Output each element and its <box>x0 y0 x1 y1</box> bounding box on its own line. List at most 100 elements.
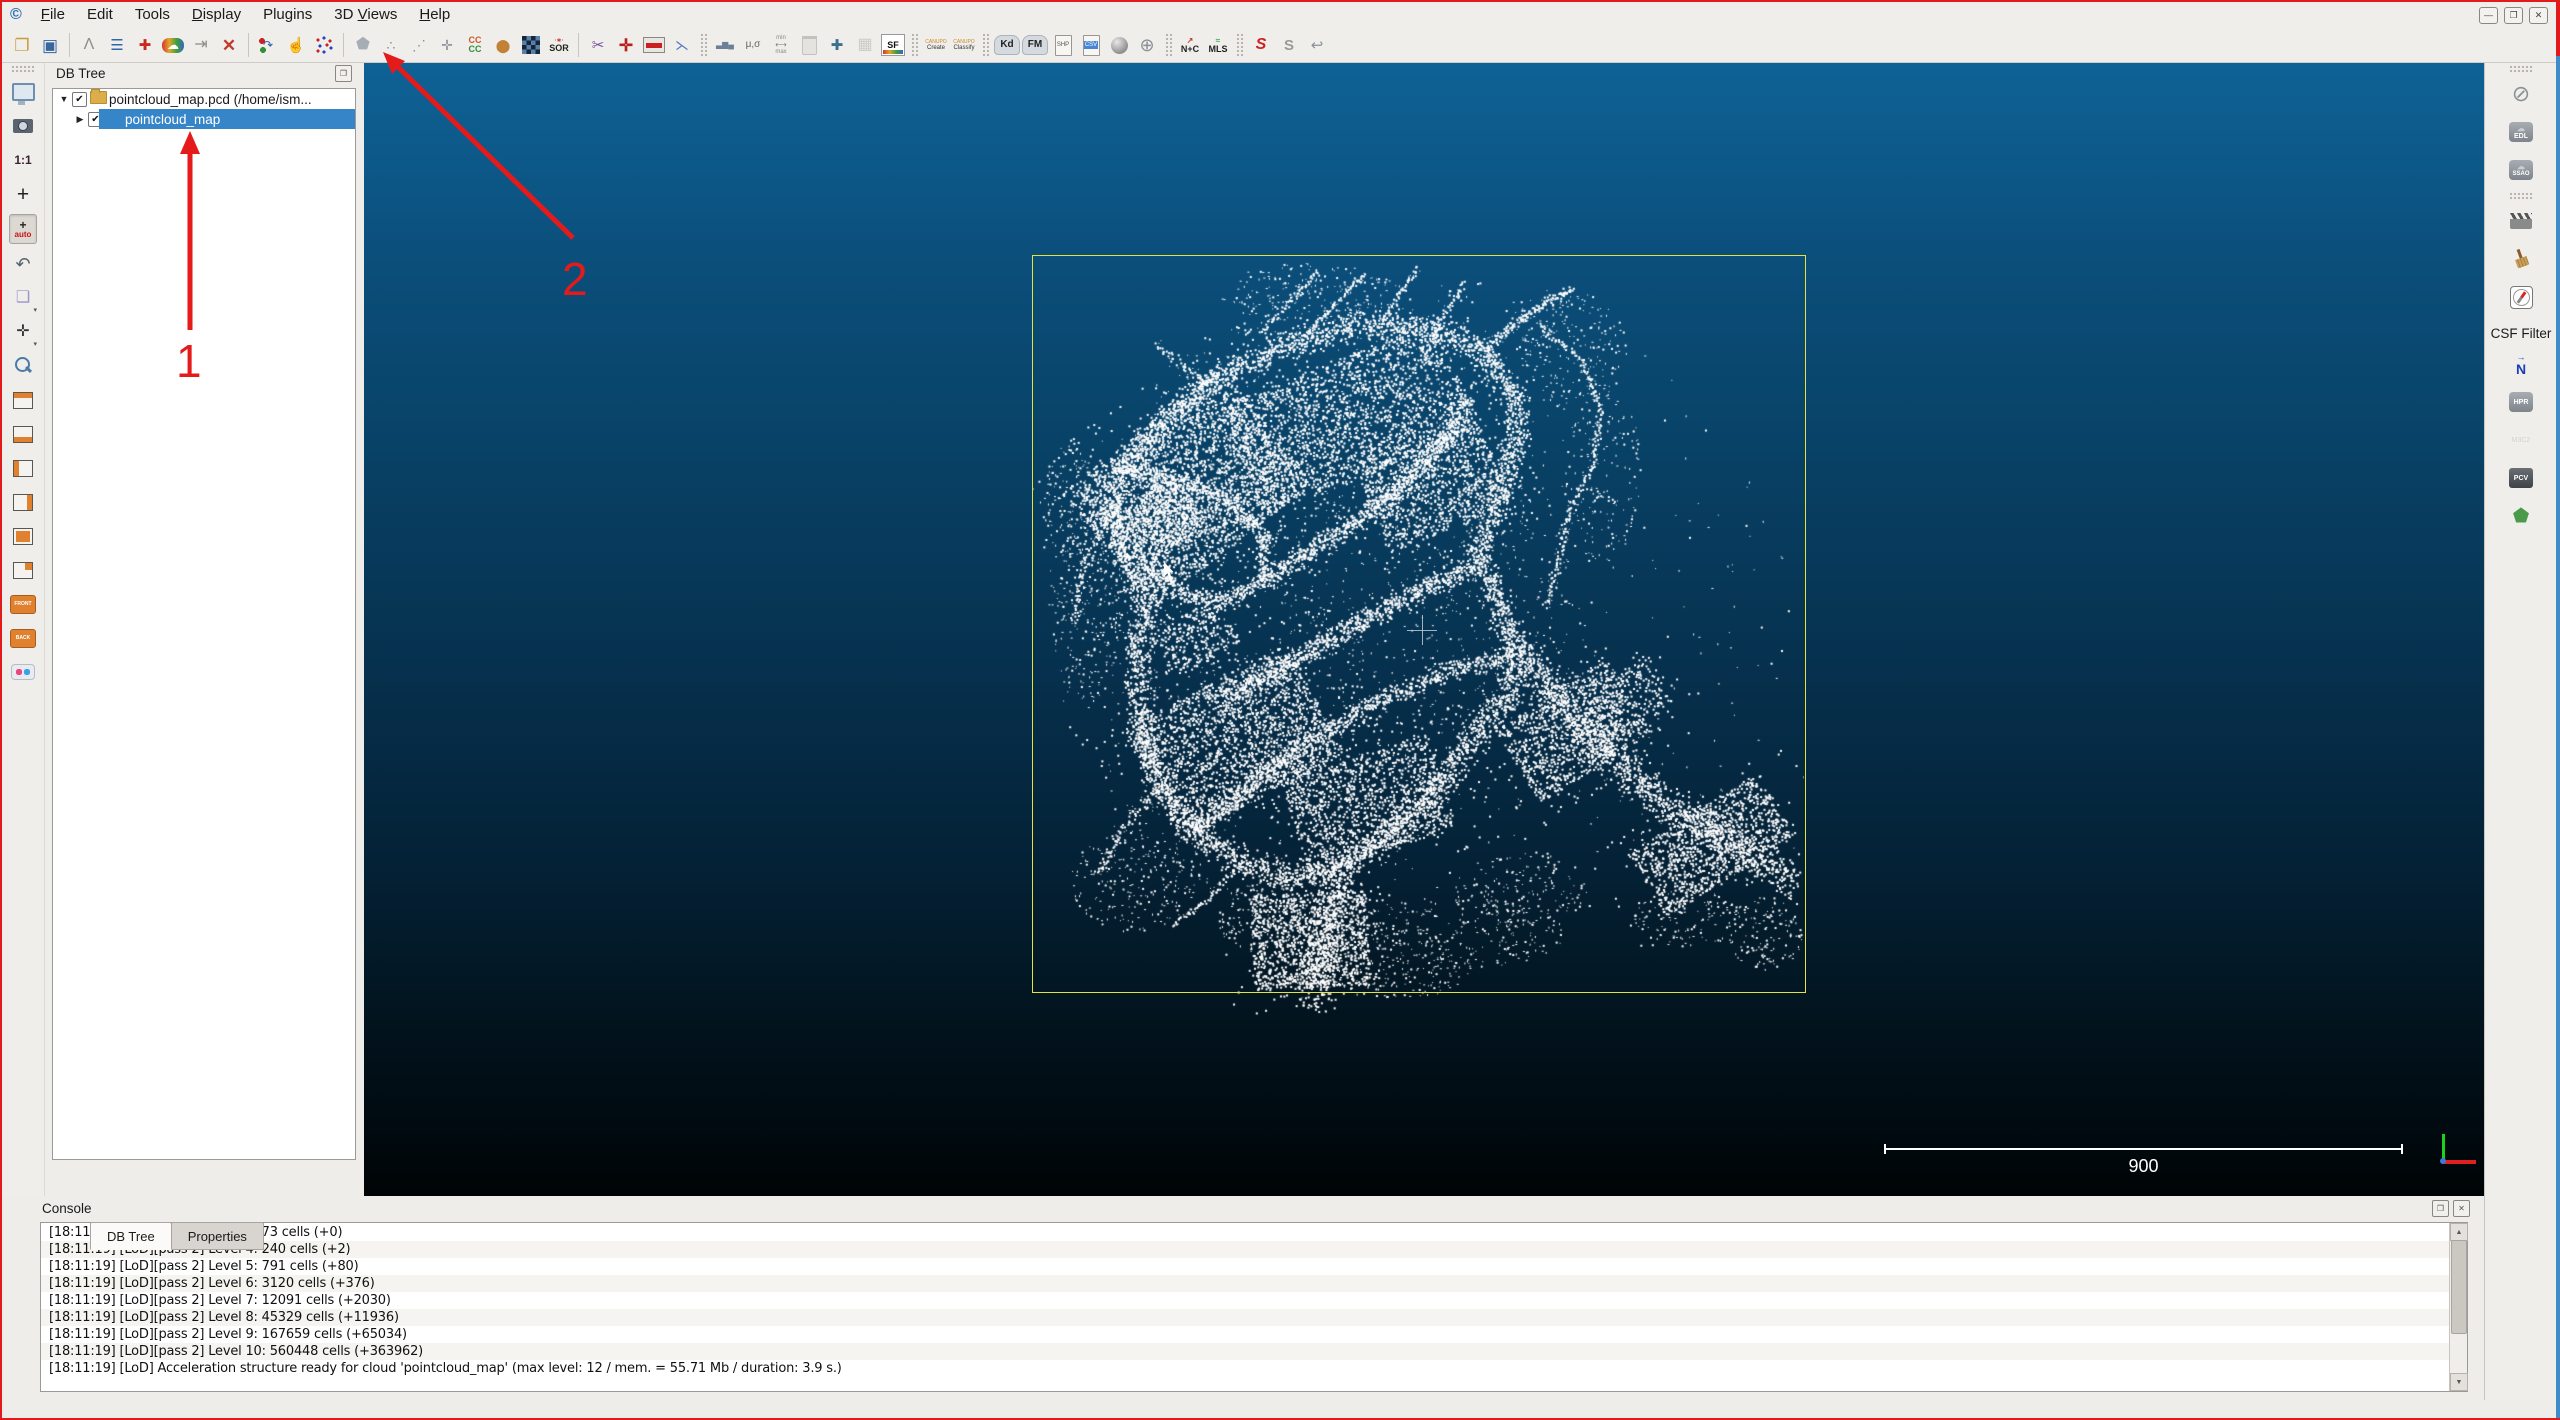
screenshot-camera-icon[interactable] <box>10 112 36 140</box>
expand-toggle-icon[interactable]: ▼ <box>59 94 69 104</box>
kd-tree-icon[interactable]: Kd <box>994 31 1020 59</box>
perspective-cube-icon[interactable]: ❑ <box>10 284 36 312</box>
sphere-icon[interactable] <box>1106 31 1132 59</box>
annotation-label-2: 2 <box>562 252 588 306</box>
canupo-create-icon[interactable]: CANUPOCreate <box>923 31 949 59</box>
normals-nc-icon[interactable]: ↗N+C <box>1177 31 1203 59</box>
menu-3d-views[interactable]: 3D Views <box>323 3 408 26</box>
console-line: [18:11:19] [LoD] Acceleration structure … <box>41 1360 2449 1377</box>
view-left-icon[interactable] <box>10 454 36 482</box>
menu-edit[interactable]: Edit <box>76 3 124 26</box>
connected-components-icon[interactable]: ⋰ <box>406 31 432 59</box>
delete-icon[interactable]: ✕ <box>216 31 242 59</box>
stereo-mode-icon[interactable] <box>10 658 36 686</box>
menu-help[interactable]: Help <box>408 3 461 26</box>
pcv-icon[interactable]: PCV <box>2508 464 2534 492</box>
scroll-down-icon[interactable]: ▼ <box>2450 1373 2468 1391</box>
subsample-icon[interactable] <box>311 31 337 59</box>
rotate-view-icon[interactable]: ↶ <box>10 250 36 278</box>
open-icon[interactable]: ❐ <box>9 31 35 59</box>
animation-clapper-icon[interactable] <box>2508 207 2534 235</box>
glove-icon[interactable]: ⬤ <box>490 31 516 59</box>
maximize-button[interactable]: ❐ <box>2504 7 2523 24</box>
gaussian-fit-icon[interactable]: μ,σ <box>740 31 766 59</box>
menu-display[interactable]: Display <box>181 3 252 26</box>
tree-row-pointcloud_map[interactable]: ▶✔☁pointcloud_map <box>53 109 355 129</box>
clone-compass-icon[interactable]: Λ <box>76 31 102 59</box>
spline-red-icon[interactable]: S <box>1248 31 1274 59</box>
sor-filter-icon[interactable]: ·∗·SOR <box>546 31 572 59</box>
facets-fm-icon[interactable]: FM <box>1022 31 1048 59</box>
console-scrollbar[interactable]: ▲ ▼ <box>2449 1223 2467 1391</box>
view-right-icon[interactable] <box>10 488 36 516</box>
pan-mode-icon[interactable]: ✛ <box>10 318 36 346</box>
minimize-button[interactable]: — <box>2479 7 2498 24</box>
tree-row-pointcloud_map.pcd[interactable]: ▼✔pointcloud_map.pcd (/home/ism... <box>53 89 355 109</box>
db-tree-float-button[interactable]: ❐ <box>335 65 352 82</box>
properties-list-icon[interactable]: ☰ <box>104 31 130 59</box>
toolbar-separator <box>2509 65 2533 72</box>
edl-shader-icon[interactable]: ☁EDL <box>2508 118 2534 146</box>
view-iso-front-icon[interactable]: FRONT <box>10 590 36 618</box>
auto-pick-center-icon[interactable]: +auto <box>9 214 37 244</box>
register-icon[interactable]: ↷ <box>255 31 281 59</box>
align-hand-icon[interactable]: ☝ <box>283 31 309 59</box>
tab-properties[interactable]: Properties <box>171 1222 264 1250</box>
close-button[interactable]: ✕ <box>2529 7 2548 24</box>
pick-rotation-center-icon[interactable]: + <box>10 180 36 208</box>
expand-toggle-icon[interactable]: ▶ <box>75 114 85 125</box>
csv-file-icon[interactable]: CSV <box>1078 31 1104 59</box>
canupo-classify-icon[interactable]: CANUPOClassify <box>951 31 977 59</box>
menu-file[interactable]: File <box>30 3 76 26</box>
view-bottom-icon[interactable] <box>10 420 36 448</box>
trace-polyline-icon[interactable]: ⋋ <box>669 31 695 59</box>
db-tree[interactable]: ▼✔pointcloud_map.pcd (/home/ism...▶✔☁poi… <box>52 88 356 1160</box>
hpr-icon[interactable]: HPR <box>2508 388 2534 416</box>
histogram-icon[interactable]: ▃▆▄ <box>712 31 738 59</box>
3d-viewport[interactable]: 900 <box>364 62 2486 1196</box>
globe-icon[interactable]: ⊕ <box>1134 31 1160 59</box>
point-list-picking-icon[interactable]: ✛ <box>434 31 460 59</box>
console-float-button[interactable]: ❐ <box>2432 1200 2449 1217</box>
ssao-shader-icon[interactable]: ☁SSAO <box>2508 156 2534 184</box>
add-icon[interactable]: ✚ <box>824 31 850 59</box>
view-back-icon[interactable] <box>10 556 36 584</box>
render-to-display-icon[interactable] <box>10 78 36 106</box>
console-close-button[interactable]: ✕ <box>2453 1200 2470 1217</box>
menu-plugins[interactable]: Plugins <box>252 3 323 26</box>
csf-checker-icon[interactable] <box>518 31 544 59</box>
export-icon[interactable]: ⇥ <box>188 31 214 59</box>
save-icon[interactable]: ▣ <box>37 31 63 59</box>
zoom-1-1-icon[interactable]: 1:1 <box>10 146 36 174</box>
spline-fit-icon[interactable]: S <box>1276 31 1302 59</box>
compass-plugin-icon[interactable] <box>2508 283 2534 311</box>
scrollbar-thumb[interactable] <box>2451 1240 2467 1334</box>
csf-normals-icon[interactable]: →N <box>2508 350 2534 378</box>
poisson-recon-icon[interactable]: ⬟ <box>2508 502 2534 530</box>
zoom-magnifier-icon[interactable] <box>10 352 36 380</box>
unroll-icon[interactable]: ↩ <box>1304 31 1330 59</box>
view-front-icon[interactable] <box>10 522 36 550</box>
scissors-segment-icon[interactable]: ✂ <box>585 31 611 59</box>
translate-rotate-icon[interactable]: ✛ <box>613 31 639 59</box>
shp-file-icon[interactable]: SHP <box>1050 31 1076 59</box>
cc-plugin-icon[interactable]: CCCC <box>462 31 488 59</box>
tab-db-tree[interactable]: DB Tree <box>90 1222 172 1250</box>
view-iso-back-icon[interactable]: BACK <box>10 624 36 652</box>
noise-filter-icon[interactable]: ∴ <box>378 31 404 59</box>
view-top-icon[interactable] <box>10 386 36 414</box>
mls-smooth-icon[interactable]: ≈MLS <box>1205 31 1231 59</box>
colorize-clouds-icon[interactable]: ☁ <box>160 31 186 59</box>
segment-mesh-icon[interactable]: ⬟ <box>350 31 376 59</box>
visibility-checkbox[interactable]: ✔ <box>72 92 87 107</box>
clean-broom-icon[interactable] <box>2508 245 2534 273</box>
cross-section-icon[interactable] <box>641 31 667 59</box>
min-max-range-icon[interactable]: min⟷max <box>768 31 794 59</box>
no-shader-icon[interactable]: ⊘ <box>2508 80 2534 108</box>
sf-scalar-field-icon[interactable]: SF <box>880 31 906 59</box>
menu-tools[interactable]: Tools <box>124 3 181 26</box>
merge-plus-icon[interactable]: ✚ <box>132 31 158 59</box>
scroll-up-icon[interactable]: ▲ <box>2450 1223 2468 1241</box>
main-toolbar: ❐▣Λ☰✚☁⇥✕↷☝⬟∴⋰✛CCCC⬤·∗·SOR✂✛⋋▃▆▄μ,σmin⟷ma… <box>2 28 2560 63</box>
m3c2-icon: M3C2 <box>2508 426 2534 454</box>
